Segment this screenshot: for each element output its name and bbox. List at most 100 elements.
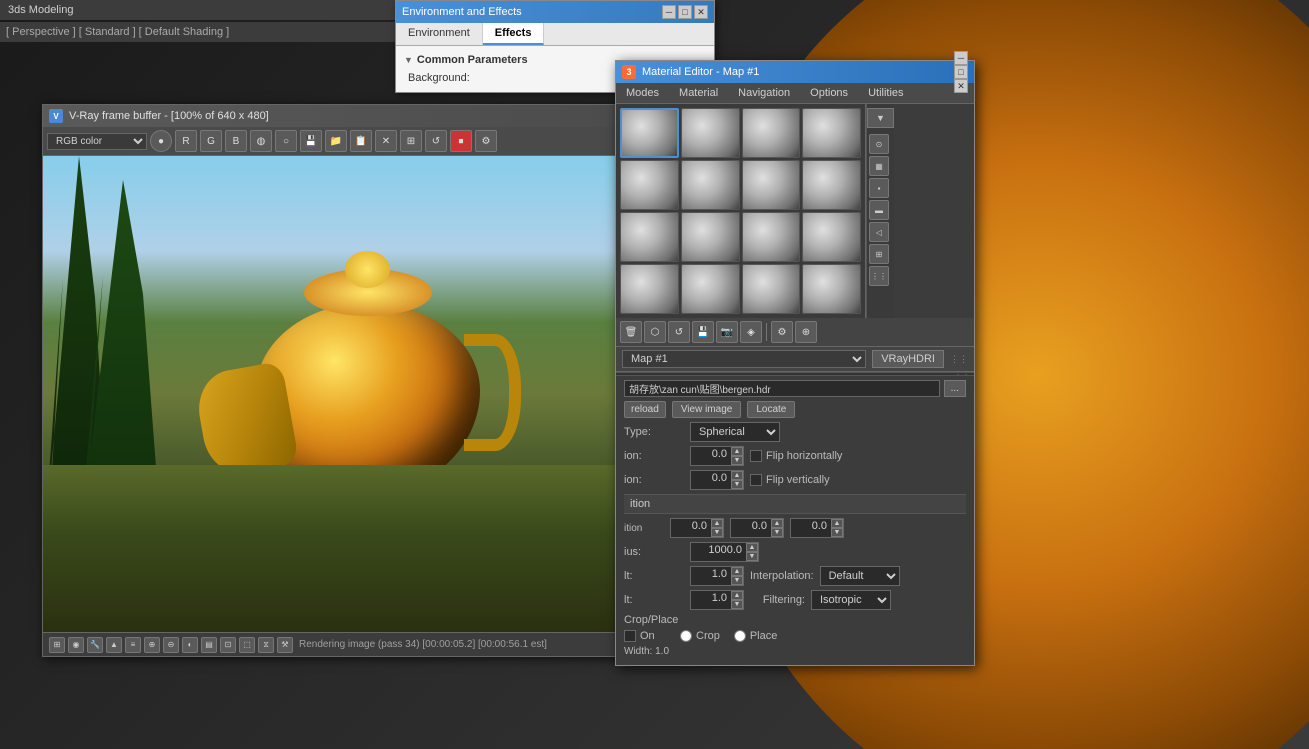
default1-up[interactable]: ▲ (731, 567, 743, 576)
map-name-select[interactable]: Map #1 (622, 350, 866, 368)
fb-status-icon-7[interactable]: ⊖ (163, 637, 179, 653)
flip-v-checkbox[interactable] (750, 474, 762, 486)
menu-material[interactable]: Material (669, 83, 728, 103)
mat-more-btn[interactable]: ⋮⋮ (950, 354, 968, 365)
env-tab-environment[interactable]: Environment (396, 23, 483, 45)
fb-clear-btn[interactable]: ✕ (375, 130, 397, 152)
sphere-cell-0-1[interactable] (681, 108, 740, 158)
fb-status-icon-3[interactable]: 🔧 (87, 637, 103, 653)
flip-h-checkbox[interactable] (750, 450, 762, 462)
env-effects-close-btn[interactable]: ✕ (694, 5, 708, 19)
pos-y-down[interactable]: ▼ (771, 528, 783, 537)
crop-radio-label[interactable]: Crop (680, 630, 720, 642)
menu-utilities[interactable]: Utilities (858, 83, 913, 103)
fb-stop-btn[interactable]: ⏹ (450, 130, 472, 152)
sphere-cell-2-1[interactable] (681, 212, 740, 262)
env-tab-effects[interactable]: Effects (483, 23, 545, 45)
sphere-cell-1-0[interactable] (620, 160, 679, 210)
mat-editor-maximize-btn[interactable]: □ (954, 65, 968, 79)
fb-zoom-btn[interactable]: ⊞ (400, 130, 422, 152)
pos-z-down[interactable]: ▼ (831, 528, 843, 537)
map-type-btn[interactable]: VRayHDRI (872, 350, 944, 368)
fb-status-icon-5[interactable]: ≡ (125, 637, 141, 653)
mat-tool-delete[interactable]: 🗑 (620, 321, 642, 343)
env-effects-maximize-btn[interactable]: □ (678, 5, 692, 19)
locate-btn[interactable]: Locate (747, 401, 795, 418)
channel-btn-b[interactable]: B (225, 130, 247, 152)
place-radio[interactable] (734, 630, 746, 642)
sphere-cell-3-0[interactable] (620, 264, 679, 314)
view-image-btn[interactable]: View image (672, 401, 742, 418)
mat-tool-options[interactable]: ⚙ (771, 321, 793, 343)
menu-modes[interactable]: Modes (616, 83, 669, 103)
channel-btn-all[interactable]: ● (150, 130, 172, 152)
env-effects-minimize-btn[interactable]: ─ (662, 5, 676, 19)
mat-tool-tree[interactable]: ⊕ (795, 321, 817, 343)
sphere-cell-1-3[interactable] (802, 160, 861, 210)
fb-status-icon-13[interactable]: ⚒ (277, 637, 293, 653)
fb-status-icon-8[interactable]: ◐ (182, 637, 198, 653)
default1-down[interactable]: ▼ (731, 576, 743, 585)
fb-status-icon-6[interactable]: ⊕ (144, 637, 160, 653)
mat-tool-pick[interactable]: ◈ (740, 321, 762, 343)
fb-status-icon-1[interactable]: ⊞ (49, 637, 65, 653)
sidebar-icon-bg[interactable]: ▬ (869, 200, 889, 220)
mat-tool-assign[interactable]: ⬡ (644, 321, 666, 343)
sphere-cell-1-2[interactable] (742, 160, 801, 210)
sidebar-icon-gradient[interactable]: ▦ (869, 156, 889, 176)
file-path-input[interactable] (624, 380, 940, 397)
type-select[interactable]: Spherical (690, 422, 780, 442)
flip-h-label[interactable]: Flip horizontally (750, 450, 842, 462)
vert-rot-up[interactable]: ▲ (731, 471, 743, 480)
sidebar-icon-prev[interactable]: ◁ (869, 222, 889, 242)
reload-btn[interactable]: reload (624, 401, 666, 418)
sphere-cell-3-2[interactable] (742, 264, 801, 314)
fb-status-icon-12[interactable]: ⧖ (258, 637, 274, 653)
channel-btn-g[interactable]: G (200, 130, 222, 152)
file-browse-btn[interactable]: ... (944, 380, 966, 397)
sphere-cell-0-3[interactable] (802, 108, 861, 158)
flip-v-label[interactable]: Flip vertically (750, 474, 830, 486)
sidebar-icon-backlight[interactable]: ⊙ (869, 134, 889, 154)
interpolation-select[interactable]: Default (820, 566, 900, 586)
sidebar-icon-options[interactable]: ⋮⋮ (869, 266, 889, 286)
fb-copy-btn[interactable]: 📋 (350, 130, 372, 152)
sidebar-icon-layout[interactable]: ⊞ (869, 244, 889, 264)
sphere-cell-3-1[interactable] (681, 264, 740, 314)
fb-refresh-btn[interactable]: ↺ (425, 130, 447, 152)
vert-rot-down[interactable]: ▼ (731, 480, 743, 489)
crop-on-label[interactable]: On (624, 630, 664, 642)
sphere-cell-2-3[interactable] (802, 212, 861, 262)
channel-btn-gray[interactable]: ○ (275, 130, 297, 152)
fb-settings-btn[interactable]: ⚙ (475, 130, 497, 152)
fb-status-icon-10[interactable]: ⊡ (220, 637, 236, 653)
sphere-cell-2-2[interactable] (742, 212, 801, 262)
pos-z-up[interactable]: ▲ (831, 519, 843, 528)
horiz-rot-up[interactable]: ▲ (731, 447, 743, 456)
pos-x-down[interactable]: ▼ (711, 528, 723, 537)
fb-status-icon-4[interactable]: ▲ (106, 637, 122, 653)
default2-up[interactable]: ▲ (731, 591, 743, 600)
mat-tool-reset[interactable]: ↺ (668, 321, 690, 343)
fb-open-btn[interactable]: 📁 (325, 130, 347, 152)
mat-editor-minimize-btn[interactable]: ─ (954, 51, 968, 65)
crop-on-checkbox[interactable] (624, 630, 636, 642)
pos-x-up[interactable]: ▲ (711, 519, 723, 528)
radius-down[interactable]: ▼ (746, 552, 758, 561)
channel-btn-white[interactable]: ◍ (250, 130, 272, 152)
fb-status-icon-2[interactable]: ◉ (68, 637, 84, 653)
sphere-scroll-down-btn[interactable]: ▼ (867, 108, 894, 128)
default2-down[interactable]: ▼ (731, 600, 743, 609)
radius-up[interactable]: ▲ (746, 543, 758, 552)
sphere-cell-1-1[interactable] (681, 160, 740, 210)
sphere-cell-3-3[interactable] (802, 264, 861, 314)
fb-status-icon-11[interactable]: ⬚ (239, 637, 255, 653)
sphere-cell-0-0[interactable] (620, 108, 679, 158)
color-mode-select[interactable]: RGB color (47, 133, 147, 150)
filtering-select[interactable]: Isotropic (811, 590, 891, 610)
fb-status-icon-9[interactable]: ▤ (201, 637, 217, 653)
sphere-cell-2-0[interactable] (620, 212, 679, 262)
mat-tool-save[interactable]: 💾 (692, 321, 714, 343)
crop-radio[interactable] (680, 630, 692, 642)
mat-tool-camera[interactable]: 📷 (716, 321, 738, 343)
